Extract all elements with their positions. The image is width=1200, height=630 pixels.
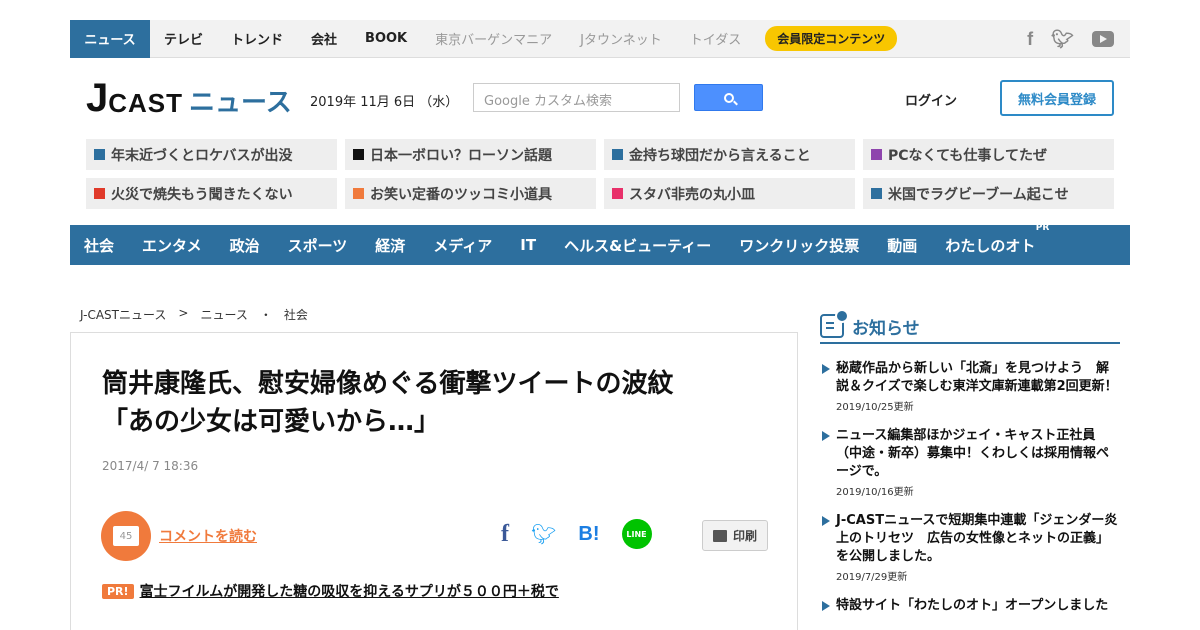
category-watashi-no-oto[interactable]: わたしのオト PR (945, 223, 1049, 256)
category-marker (612, 188, 623, 199)
category-marker (353, 149, 364, 160)
category-marker (871, 188, 882, 199)
notice-item[interactable]: J-CASTニュースで短期集中連載「ジェンダー炎上のトリセツ 広告の女性像とネッ… (820, 512, 1120, 583)
trending-item[interactable]: 年末近づくとロケバスが出没 (86, 139, 337, 170)
category-society[interactable]: 社会 (84, 235, 114, 256)
notice-list: 秘蔵作品から新しい「北斎」を見つけよう 解説＆クイズで楽しむ東洋文庫新連載第2回… (820, 360, 1120, 629)
print-button[interactable]: 印刷 (702, 520, 768, 551)
category-one-click-vote[interactable]: ワンクリック投票 (739, 235, 859, 256)
register-button[interactable]: 無料会員登録 (1000, 80, 1114, 116)
trending-item[interactable]: 米国でラグビーブーム起こせ (863, 178, 1114, 209)
topnav-item-trend[interactable]: トレンド (217, 20, 297, 58)
breadcrumb-separator: ・ (259, 308, 272, 322)
facebook-share-icon[interactable]: f (501, 521, 509, 548)
notice-title: お知らせ (852, 318, 920, 339)
article-title: 筒井康隆氏、慰安婦像めぐる衝撃ツイートの波紋 「あの少女は可愛いから…」 (102, 369, 674, 437)
trending-item[interactable]: PCなくても仕事してたぜ (863, 139, 1114, 170)
twitter-share-icon[interactable]: 🐦︎ (531, 522, 556, 546)
category-marker (871, 149, 882, 160)
category-media[interactable]: メディア (433, 235, 492, 256)
youtube-icon[interactable] (1092, 31, 1114, 47)
trending-item[interactable]: 金持ち球団だから言えること (604, 139, 855, 170)
category-economy[interactable]: 経済 (375, 235, 405, 256)
social-links: f 🐦︎ (1027, 20, 1114, 58)
category-video[interactable]: 動画 (887, 235, 917, 256)
logo-j: J (86, 76, 109, 120)
comment-count-icon[interactable]: 45 (101, 511, 151, 561)
comment-count: 45 (113, 526, 139, 546)
notice-date: 2019/7/29更新 (836, 572, 908, 583)
share-buttons: f 🐦︎ B! LINE (501, 519, 652, 549)
category-marker (612, 149, 623, 160)
topnav-item-company[interactable]: 会社 (297, 20, 351, 58)
top-nav: ニュース テレビ トレンド 会社 BOOK 東京バーゲンマニア Jタウンネット … (70, 19, 1130, 58)
breadcrumb: J-CASTニュース > ニュース ・ 社会 (80, 306, 308, 323)
category-nav: 社会 エンタメ 政治 スポーツ 経済 メディア IT ヘルス&ビューティー ワン… (70, 223, 1130, 265)
notice-item[interactable]: 特設サイト「わたしのオト」オープンしました (820, 597, 1120, 615)
notice-item[interactable]: ニュース編集部ほかジェイ・キャスト正社員（中途・新卒）募集中！くわしくは採用情報… (820, 427, 1120, 498)
search-icon (723, 92, 734, 103)
trending-item[interactable]: お笑い定番のツッコミ小道具 (345, 178, 596, 209)
topnav-item-news[interactable]: ニュース (70, 19, 150, 58)
topnav-item-jtown[interactable]: Jタウンネット (566, 20, 676, 58)
logo-news: ニュース (189, 88, 292, 118)
logo-cast: CAST (108, 88, 184, 118)
category-politics[interactable]: 政治 (230, 235, 260, 256)
breadcrumb-society[interactable]: 社会 (284, 306, 308, 323)
facebook-icon[interactable]: f (1027, 29, 1033, 50)
breadcrumb-home[interactable]: J-CASTニュース (80, 306, 166, 323)
notice-date: 2019/10/16更新 (836, 487, 914, 498)
pr-link[interactable]: PR! 富士フイルムが開発した糖の吸収を抑えるサプリが５００円＋税で (102, 581, 559, 601)
site-logo[interactable]: J CAST ニュース (86, 78, 292, 118)
notice-date: 2019/10/25更新 (836, 402, 914, 413)
breadcrumb-separator: > (178, 306, 189, 320)
current-date: 2019年 11月 6日 （水） (310, 95, 459, 110)
category-it[interactable]: IT (520, 236, 536, 254)
pr-label: PR (1035, 222, 1050, 233)
pr-text: 富士フイルムが開発した糖の吸収を抑えるサプリが５００円＋税で (139, 584, 559, 600)
pr-badge: PR! (102, 583, 134, 599)
category-marker (94, 188, 105, 199)
hatena-bookmark-icon[interactable]: B! (578, 523, 599, 546)
printer-icon (712, 529, 727, 542)
trending-item[interactable]: 日本一ボロい？ローソン話題 (345, 139, 596, 170)
notice-header: お知らせ (820, 309, 1120, 344)
notice-item[interactable]: 秘蔵作品から新しい「北斎」を見つけよう 解説＆クイズで楽しむ東洋文庫新連載第2回… (820, 360, 1120, 413)
trending-topics: 年末近づくとロケバスが出没 日本一ボロい？ローソン話題 金持ち球団だから言えるこ… (86, 139, 1114, 209)
topnav-item-toidas[interactable]: トイダス (676, 20, 755, 58)
category-marker (353, 188, 364, 199)
read-comments-link[interactable]: コメントを読む (159, 526, 257, 546)
breadcrumb-news[interactable]: ニュース (200, 306, 247, 323)
category-marker (94, 149, 105, 160)
trending-item[interactable]: スタバ非売の丸小皿 (604, 178, 855, 209)
topnav-item-bargain[interactable]: 東京バーゲンマニア (421, 20, 566, 58)
article-date: 2017/4/ 7 18:36 (102, 459, 199, 473)
trending-item[interactable]: 火災で焼失もう聞きたくない (86, 178, 337, 209)
category-sports[interactable]: スポーツ (288, 235, 348, 256)
search-button[interactable] (694, 84, 763, 111)
search-input[interactable]: Google カスタム検索 (473, 83, 680, 112)
category-entertainment[interactable]: エンタメ (142, 235, 202, 256)
line-share-icon[interactable]: LINE (621, 519, 652, 549)
article-card: 筒井康隆氏、慰安婦像めぐる衝撃ツイートの波紋 「あの少女は可愛いから…」 201… (70, 332, 798, 630)
topnav-item-tv[interactable]: テレビ (150, 20, 217, 58)
member-content-badge[interactable]: 会員限定コンテンツ (765, 26, 898, 51)
topnav-item-book[interactable]: BOOK (351, 20, 421, 58)
login-link[interactable]: ログイン (905, 90, 957, 109)
category-health-beauty[interactable]: ヘルス&ビューティー (564, 235, 711, 256)
notice-icon (820, 309, 849, 338)
twitter-icon[interactable]: 🐦︎ (1051, 29, 1074, 50)
